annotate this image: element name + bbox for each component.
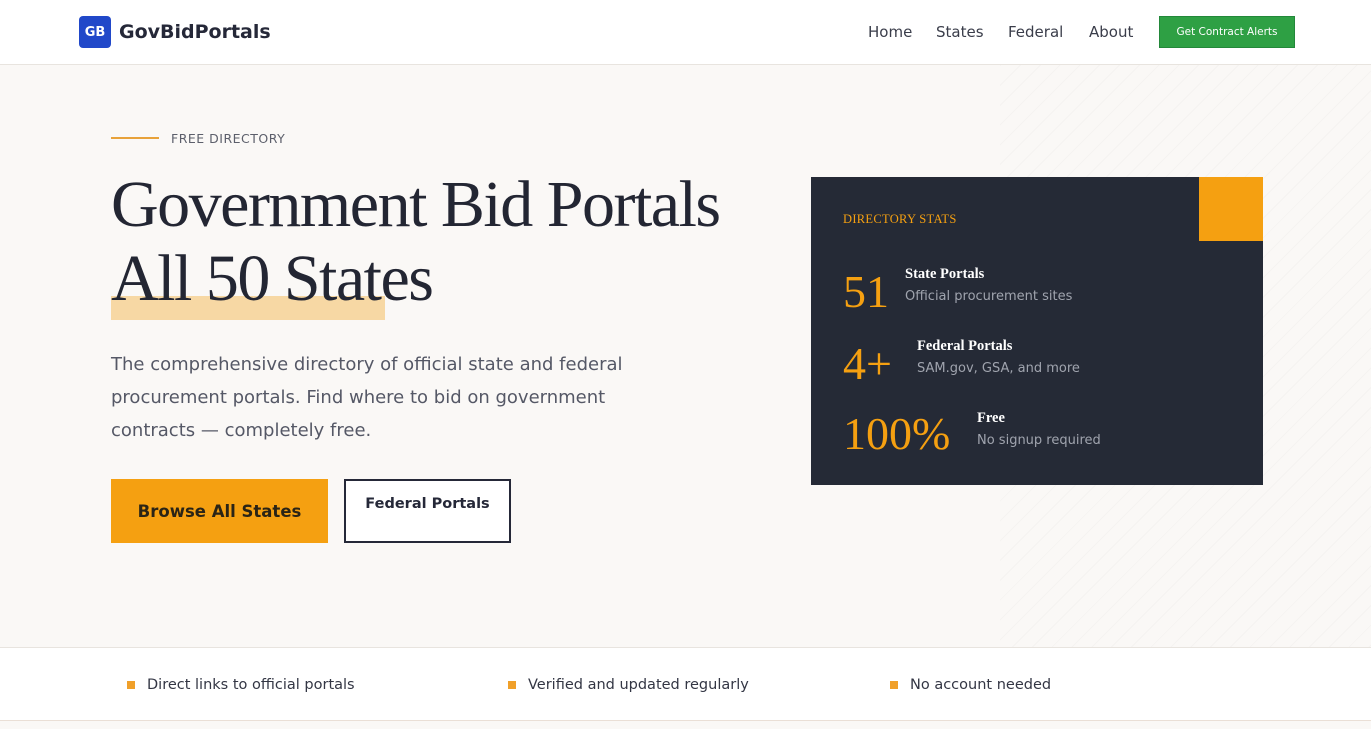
stat-title-free: Free: [977, 410, 1005, 426]
nav-link-about[interactable]: About: [1089, 20, 1133, 44]
nav-link-states[interactable]: States: [936, 20, 984, 44]
top-navbar: GB GovBidPortals Home States Federal Abo…: [0, 0, 1371, 65]
stats-label: DIRECTORY STATS: [843, 212, 957, 226]
eyebrow-label: FREE DIRECTORY: [171, 131, 286, 146]
nav-link-federal[interactable]: Federal: [1008, 20, 1063, 44]
stat-number-federal-portals: 4+: [843, 338, 892, 389]
square-bullet-icon: [127, 681, 135, 689]
eyebrow-divider: [111, 137, 159, 139]
stat-title-state-portals: State Portals: [905, 266, 985, 282]
federal-portals-button[interactable]: Federal Portals: [344, 479, 511, 543]
stat-subtitle-free: No signup required: [977, 433, 1101, 448]
stat-number-free: 100%: [843, 408, 951, 459]
stat-number-state-portals: 51: [843, 266, 889, 317]
brand-name[interactable]: GovBidPortals: [119, 19, 271, 45]
directory-stats-card: DIRECTORY STATS 51 State Portals Officia…: [811, 177, 1263, 485]
stat-subtitle-federal-portals: SAM.gov, GSA, and more: [917, 361, 1080, 376]
browse-states-button[interactable]: Browse All States: [111, 479, 328, 543]
hero-section: FREE DIRECTORY Government Bid Portals Al…: [0, 65, 1371, 647]
hero-title-line-1: Government Bid Portals: [111, 168, 721, 241]
hero-description: The comprehensive directory of official …: [111, 354, 623, 441]
feature-text: No account needed: [910, 677, 1052, 693]
stat-subtitle-state-portals: Official procurement sites: [905, 289, 1073, 304]
feature-text: Verified and updated regularly: [528, 677, 749, 693]
hero-title: Government Bid Portals All 50 States: [111, 168, 731, 316]
card-corner-accent: [1199, 177, 1263, 241]
square-bullet-icon: [508, 681, 516, 689]
logo-mark[interactable]: GB: [79, 16, 111, 48]
hero-title-line-2: All 50 States: [111, 242, 434, 315]
feature-text: Direct links to official portals: [147, 677, 355, 693]
next-section-edge: [0, 721, 1371, 729]
feature-strip: Direct links to official portals Verifie…: [0, 647, 1371, 721]
stat-title-federal-portals: Federal Portals: [917, 338, 1013, 354]
nav-link-home[interactable]: Home: [868, 20, 912, 44]
square-bullet-icon: [890, 681, 898, 689]
contract-alerts-button[interactable]: Get Contract Alerts: [1159, 16, 1295, 48]
